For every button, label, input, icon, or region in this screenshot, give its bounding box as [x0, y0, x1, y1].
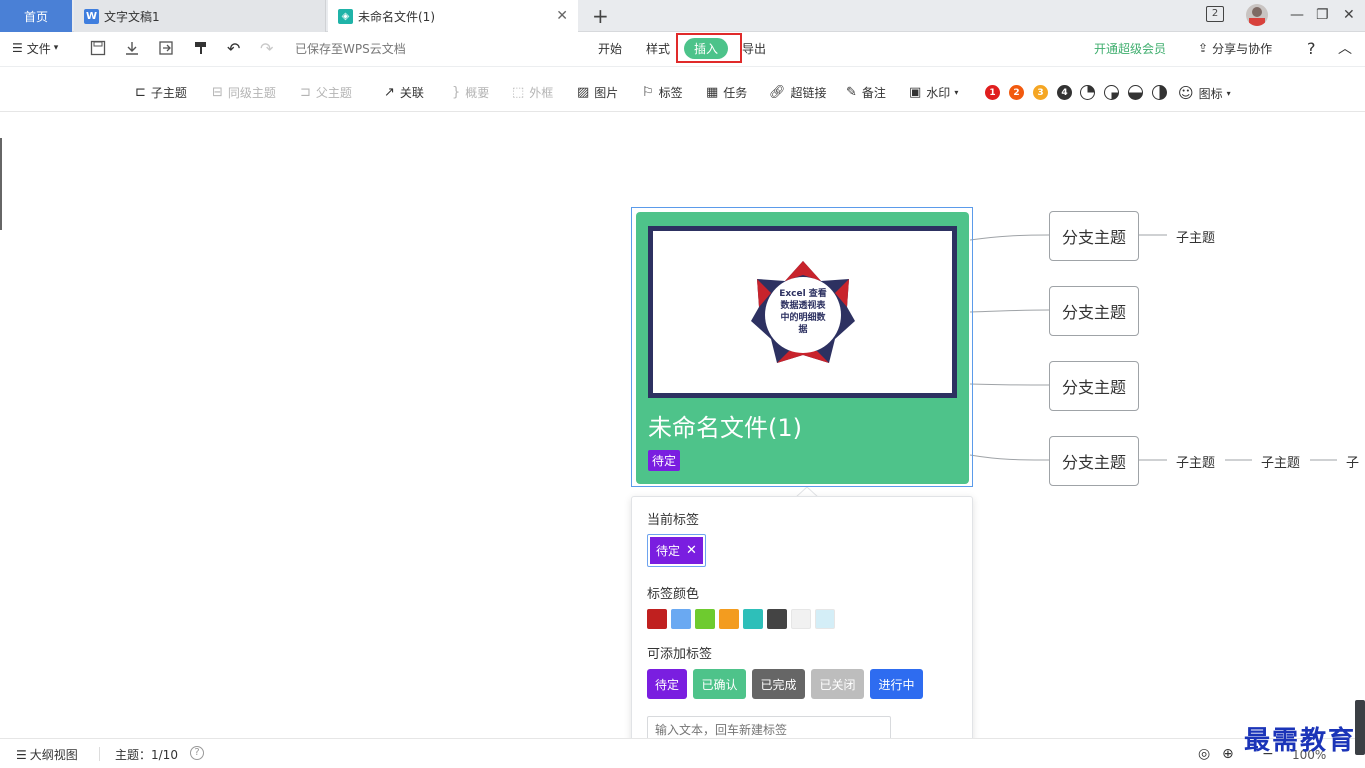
- branch-topic[interactable]: 分支主题: [1049, 286, 1139, 336]
- color-swatch-red[interactable]: [647, 609, 667, 629]
- branch-topic[interactable]: 分支主题: [1049, 211, 1139, 261]
- remove-tag-icon[interactable]: ✕: [686, 543, 697, 558]
- tag-popup: 当前标签 待定 ✕ 标签颜色 可添加标签 待定 已确认 已完成 已关闭 进行中: [631, 496, 973, 756]
- status-bar: ☰ 大纲视图 主题：1/10 ? ◎ ⊕ − 100%: [0, 738, 1365, 768]
- branch-topic[interactable]: 分支主题: [1049, 361, 1139, 411]
- eye-hidden-icon[interactable]: ◎: [1198, 746, 1210, 762]
- color-swatch-blue[interactable]: [671, 609, 691, 629]
- add-tag-completed[interactable]: 已完成: [752, 669, 805, 699]
- scrollbar-thumb[interactable]: [1355, 700, 1365, 755]
- color-swatch-green[interactable]: [695, 609, 715, 629]
- outline-view-label: 大纲视图: [29, 748, 78, 762]
- statusbar-divider: [99, 747, 100, 761]
- tag-color-heading: 标签颜色: [647, 587, 700, 602]
- add-tag-closed[interactable]: 已关闭: [811, 669, 864, 699]
- subtopic[interactable]: 子主题: [1261, 452, 1300, 471]
- branch-topic[interactable]: 分支主题: [1049, 436, 1139, 486]
- current-tag-chip[interactable]: 待定 ✕: [647, 534, 706, 567]
- root-topic[interactable]: Excel 查看数据透视表中的明细数据 未命名文件(1) 待定: [636, 212, 969, 484]
- root-topic-title[interactable]: 未命名文件(1): [648, 408, 802, 443]
- locate-icon[interactable]: ⊕: [1222, 746, 1234, 762]
- color-swatch-dark-gray[interactable]: [767, 609, 787, 629]
- color-swatch-teal[interactable]: [743, 609, 763, 629]
- add-tag-in-progress[interactable]: 进行中: [870, 669, 923, 699]
- outline-view-button[interactable]: ☰ 大纲视图: [16, 746, 78, 763]
- color-swatch-orange[interactable]: [719, 609, 739, 629]
- image-caption: Excel 查看数据透视表中的明细数据: [779, 289, 827, 335]
- subtopic[interactable]: 子主题: [1176, 227, 1215, 246]
- add-tag-pending[interactable]: 待定: [647, 669, 687, 699]
- current-tag-heading: 当前标签: [647, 513, 700, 528]
- subtopic[interactable]: 子主题: [1176, 452, 1215, 471]
- subtopic-truncated[interactable]: 子: [1346, 452, 1359, 471]
- color-swatch-light-gray[interactable]: [791, 609, 811, 629]
- root-topic-tag[interactable]: 待定: [648, 450, 681, 471]
- addable-tags-heading: 可添加标签: [647, 647, 713, 662]
- topic-count: 主题：1/10: [115, 748, 178, 762]
- root-topic-image[interactable]: Excel 查看数据透视表中的明细数据: [648, 226, 957, 398]
- outline-icon: ☰: [16, 748, 27, 762]
- color-swatch-light-blue[interactable]: [815, 609, 835, 629]
- current-tag-label: 待定: [656, 544, 681, 558]
- add-tag-confirmed[interactable]: 已确认: [693, 669, 746, 699]
- watermark-text: 最需教育: [1244, 726, 1357, 756]
- info-icon[interactable]: ?: [190, 746, 204, 760]
